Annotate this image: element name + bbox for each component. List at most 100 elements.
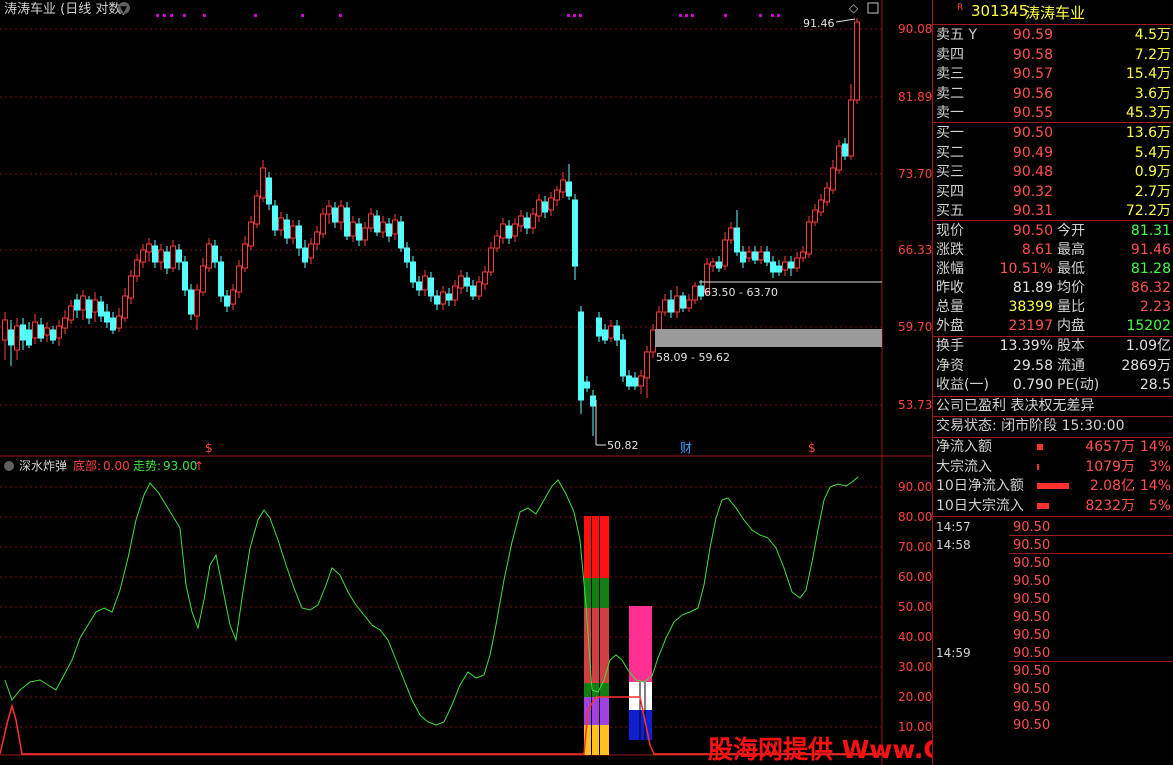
flow-row[interactable]: 大宗流入 1079万 3%: [933, 458, 1173, 477]
candle-down: [404, 247, 410, 263]
bid-row[interactable]: 买二 90.49 5.4万: [933, 144, 1173, 163]
ask-volume: 3.6万: [1134, 85, 1171, 102]
tick-row[interactable]: 90.50: [933, 626, 1173, 645]
flow-value: 4657万: [1085, 439, 1135, 455]
flow-row[interactable]: 10日大宗流入 8232万 5%: [933, 497, 1173, 516]
company-stat-value: 13.39%: [999, 338, 1053, 354]
candle-down: [284, 219, 290, 239]
candle-down: [668, 299, 674, 313]
candle-down: [770, 261, 776, 273]
event-marker-dividend[interactable]: $: [808, 441, 816, 455]
company-stat-value-2: 2869万: [1121, 357, 1171, 374]
stock-flag: R: [957, 3, 964, 13]
candle-up: [32, 321, 38, 339]
candle-up: [722, 239, 728, 267]
candle-up: [44, 327, 50, 336]
indicator-bottom-label: 底部:: [73, 458, 101, 473]
tick-row[interactable]: 90.50: [933, 590, 1173, 609]
stat-value-2: 86.32: [1130, 280, 1171, 296]
candle-down: [698, 285, 704, 297]
flow-value: 2.08亿: [1089, 478, 1135, 494]
tick-row[interactable]: 90.50: [933, 662, 1173, 681]
candle-up: [638, 375, 644, 387]
event-marker-finance[interactable]: 财: [680, 441, 692, 455]
price-tick: 66.33: [898, 243, 932, 257]
stock-code[interactable]: 301345: [971, 2, 1028, 20]
tick-price: 90.50: [1013, 664, 1051, 679]
ask-row[interactable]: 卖二 90.56 3.6万: [933, 85, 1173, 104]
tick-time: 14:58: [936, 538, 971, 552]
window-toggle-icon[interactable]: [867, 2, 879, 14]
diamond-icon[interactable]: ◇: [849, 1, 859, 15]
oscillator-lines: [0, 476, 882, 755]
indicator-name[interactable]: 深水炸弹: [19, 459, 67, 473]
candle-down: [266, 177, 272, 205]
bid-row[interactable]: 买一 90.50 13.6万: [933, 124, 1173, 143]
tick-row[interactable]: 90.50: [933, 572, 1173, 591]
flow-row[interactable]: 10日净流入额 2.08亿 14%: [933, 477, 1173, 496]
stat-row[interactable]: 现价 90.50 今开 81.31: [933, 222, 1173, 241]
candle-down: [596, 317, 602, 337]
candle-up: [308, 243, 314, 259]
candle-up: [128, 275, 134, 299]
company-stat-row[interactable]: 净资 29.58 流通 2869万: [933, 357, 1173, 376]
company-stat-row[interactable]: 换手 13.39% 股本 1.09亿: [933, 337, 1173, 356]
candle-up: [158, 249, 164, 263]
stat-label: 昨收: [936, 280, 964, 296]
tick-price: 90.50: [1013, 610, 1051, 625]
candle-down: [620, 339, 626, 377]
flow-row[interactable]: 净流入额 4657万 14%: [933, 438, 1173, 457]
candle-up: [458, 275, 464, 289]
candle-up: [362, 227, 368, 241]
bid-volume: 5.4万: [1134, 144, 1171, 161]
bid-row[interactable]: 买四 90.32 2.7万: [933, 183, 1173, 202]
bid-row[interactable]: 买三 90.48 0.9万: [933, 163, 1173, 182]
candle-up: [320, 213, 326, 235]
ask-label: 卖二: [936, 85, 964, 102]
candle-up: [122, 295, 128, 319]
bid-volume: 0.9万: [1134, 164, 1171, 180]
company-stat-value-2: 28.5: [1139, 377, 1171, 393]
candle-up: [830, 167, 836, 191]
stat-row[interactable]: 涨幅 10.51% 最低 81.28: [933, 260, 1173, 279]
tick-row[interactable]: 90.50: [933, 554, 1173, 573]
tick-row[interactable]: 90.50: [933, 698, 1173, 717]
flow-label: 净流入额: [936, 439, 992, 455]
candle-up: [368, 213, 374, 229]
candle-up: [260, 167, 266, 199]
candle-up: [482, 271, 488, 285]
tick-row[interactable]: 90.50: [933, 716, 1173, 735]
candle-up: [686, 299, 692, 309]
candle-up: [494, 235, 500, 249]
ask-row[interactable]: 卖五 Y 90.59 4.5万: [933, 26, 1173, 45]
ask-price: 90.56: [1012, 85, 1053, 102]
stock-name[interactable]: 涛涛车业: [1025, 2, 1085, 23]
ask-row[interactable]: 卖三 90.57 15.4万: [933, 65, 1173, 84]
stat-row[interactable]: 总量 38399 量比 2.23: [933, 298, 1173, 317]
stat-row[interactable]: 外盘 23197 内盘 15202: [933, 317, 1173, 336]
company-stat-value-2: 1.09亿: [1125, 338, 1171, 354]
stat-row[interactable]: 昨收 81.89 均价 86.32: [933, 279, 1173, 298]
ask-row[interactable]: 卖一 90.55 45.3万: [933, 104, 1173, 123]
event-marker-dividend[interactable]: $: [205, 441, 213, 455]
company-stat-row[interactable]: 收益(一) 0.790 PE(动) 28.5: [933, 376, 1173, 395]
indicator-options-icon[interactable]: [4, 461, 14, 471]
tick-row[interactable]: 90.50: [933, 680, 1173, 699]
candle-down: [572, 199, 578, 267]
chart-title[interactable]: 涛涛车业 (日线 对数): [4, 1, 126, 17]
tick-price: 90.50: [1013, 700, 1051, 715]
stat-row[interactable]: 涨跌 8.61 最高 91.46: [933, 241, 1173, 260]
candle-down: [272, 205, 278, 231]
price-tick: 90.08: [898, 22, 932, 36]
candle-down: [26, 329, 32, 346]
candle-down: [20, 324, 26, 341]
bid-row[interactable]: 买五 90.31 72.2万: [933, 202, 1173, 221]
ask-row[interactable]: 卖四 90.58 7.2万: [933, 46, 1173, 65]
candle-up: [350, 221, 356, 237]
candle-up: [500, 223, 506, 239]
candle-down: [428, 277, 434, 297]
tick-row[interactable]: 90.50: [933, 608, 1173, 627]
candle-up: [314, 231, 320, 245]
price-chart-svg[interactable]: 涛涛车业 (日线 对数) ▼ ◇ 90.08 81.89 73.70 66.33…: [0, 0, 932, 765]
candlesticks[interactable]: [2, 18, 860, 436]
